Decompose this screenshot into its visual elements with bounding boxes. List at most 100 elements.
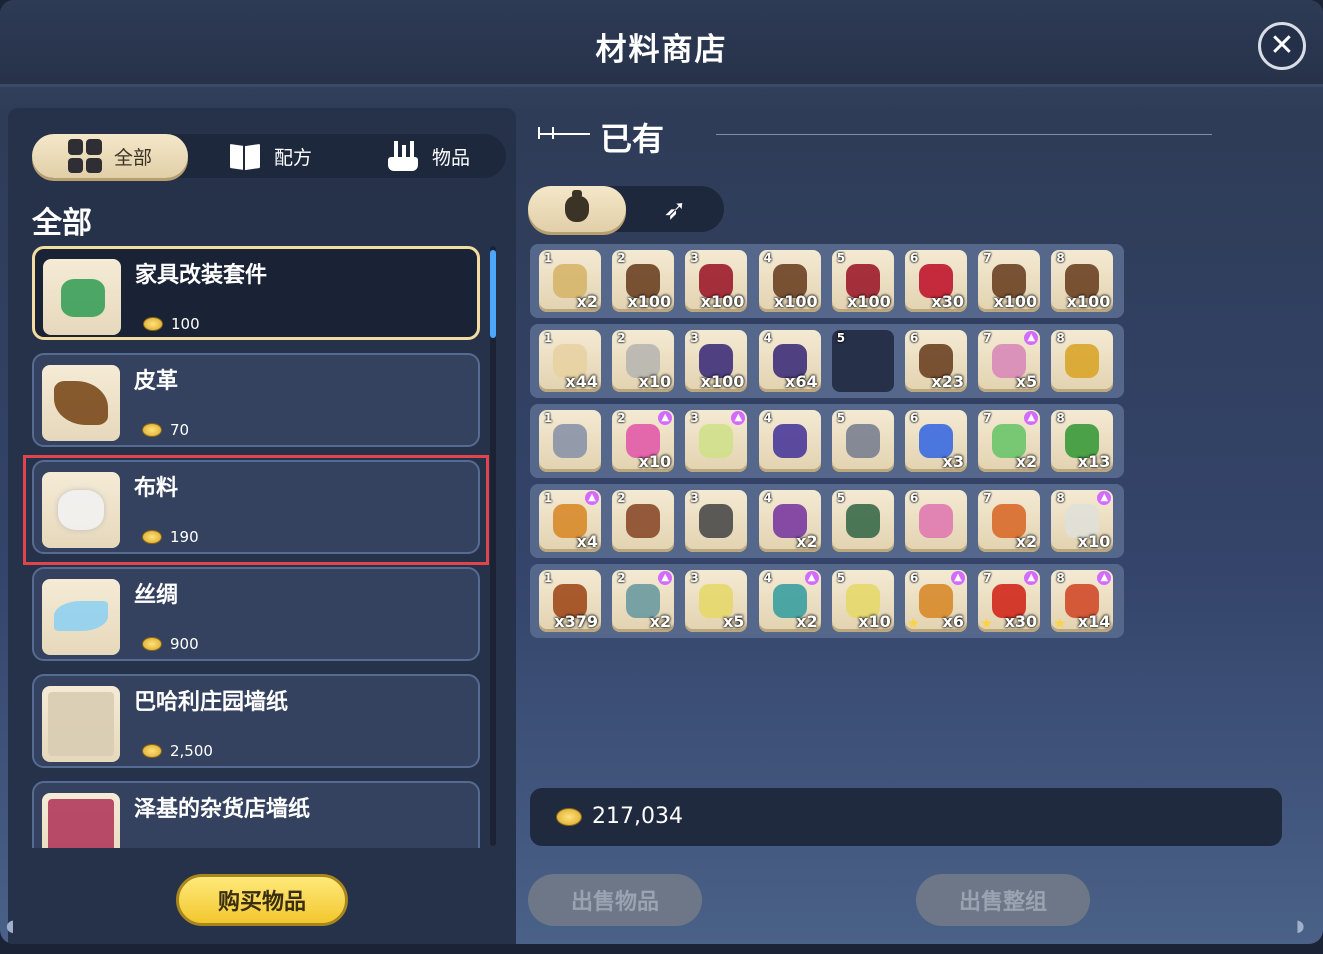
slot-quantity: x2 bbox=[1015, 532, 1038, 551]
inventory-slot[interactable]: 8 x10 ▲ bbox=[1051, 490, 1114, 552]
inventory-slot[interactable]: 5 x100 bbox=[831, 250, 894, 312]
inventory-slot[interactable]: 3 x100 bbox=[685, 250, 748, 312]
inventory-slot[interactable]: 7 x30 ▲ ★ bbox=[978, 570, 1041, 632]
price-value: 100 bbox=[171, 315, 200, 333]
chat-icon[interactable]: ◖ bbox=[6, 916, 14, 935]
inventory-slot[interactable]: 6 x3 bbox=[905, 410, 967, 472]
item-price: 900 bbox=[142, 635, 199, 653]
tab-items[interactable]: 物品 bbox=[386, 134, 470, 178]
inventory-slot[interactable]: 4 x2 bbox=[758, 490, 821, 552]
inventory-slot[interactable]: 4 x2 ▲ bbox=[758, 570, 821, 632]
inventory-slot[interactable]: 3 x5 bbox=[685, 570, 748, 632]
item-price: 70 bbox=[142, 421, 189, 439]
inventory-slot[interactable]: 5 x10 bbox=[831, 570, 894, 632]
tab-bag[interactable] bbox=[528, 186, 626, 232]
item-image bbox=[1065, 344, 1100, 378]
item-name: 巴哈利庄园墙纸 bbox=[134, 690, 289, 715]
upgrade-icon: ▲ bbox=[585, 491, 599, 505]
price-value: 900 bbox=[170, 635, 199, 653]
list-item[interactable]: 丝绸 900 bbox=[32, 567, 480, 661]
item-image bbox=[61, 279, 105, 317]
inventory-slot[interactable]: 5 bbox=[831, 410, 894, 472]
item-name: 皮革 bbox=[134, 369, 179, 394]
price-value: 2,500 bbox=[170, 742, 213, 760]
inventory-slot[interactable]: 2 x10 bbox=[612, 330, 675, 392]
inventory-slot[interactable]: 8 x14 ▲ ★ bbox=[1051, 570, 1114, 632]
list-item[interactable]: 皮革 70 bbox=[32, 353, 480, 447]
slot-number: 2 bbox=[617, 571, 626, 585]
inventory-slot[interactable]: 5 bbox=[831, 330, 894, 392]
item-thumbnail bbox=[43, 259, 121, 335]
inventory-slot[interactable]: 8 x13 bbox=[1051, 410, 1114, 472]
inventory-slot[interactable]: 3 ▲ bbox=[685, 410, 748, 472]
inventory-slot[interactable]: 8 x100 bbox=[1051, 250, 1114, 312]
buy-button[interactable]: 购买物品 bbox=[176, 874, 348, 926]
slot-number: 5 bbox=[836, 411, 846, 425]
tab-storage[interactable]: ➶ bbox=[626, 186, 724, 232]
list-item[interactable]: 泽基的杂货店墙纸 bbox=[32, 781, 480, 848]
inventory-slot[interactable]: 5 bbox=[831, 490, 894, 552]
slot-number: 3 bbox=[690, 411, 699, 425]
inventory-toggle: ➶ bbox=[528, 186, 724, 232]
shovel-icon: ➶ bbox=[663, 192, 687, 226]
tab-recipes[interactable]: 配方 bbox=[228, 134, 312, 178]
inventory-row: 1 x2 2 x100 3 x100 4 x100 5 x100 6 x30 7 x100 8 x100 bbox=[530, 244, 1124, 318]
inventory-slot[interactable]: 2 x100 bbox=[612, 250, 675, 312]
list-item[interactable]: 布料 190 bbox=[32, 460, 480, 554]
inventory-slot[interactable]: 1 x4 ▲ bbox=[539, 490, 601, 552]
inventory-slot[interactable]: 6 x23 bbox=[905, 330, 967, 392]
inventory-slot[interactable]: 6 x6 ▲ ★ bbox=[905, 570, 967, 632]
inventory-slot[interactable]: 6 x30 bbox=[905, 250, 967, 312]
inventory-slot[interactable]: 4 bbox=[758, 410, 821, 472]
item-image bbox=[48, 799, 114, 848]
inventory-slot[interactable]: 3 bbox=[685, 490, 748, 552]
tab-items-label: 物品 bbox=[432, 146, 471, 169]
upgrade-icon: ▲ bbox=[1024, 331, 1039, 345]
slot-quantity: x2 bbox=[796, 532, 818, 551]
slot-quantity: x10 bbox=[1077, 532, 1111, 551]
shop-list-panel: 全部 配方 物品 全部 家具改装套件 100 皮革 70 布料 190 丝绸 9… bbox=[8, 108, 516, 944]
inventory-slot[interactable]: 7 x5 ▲ bbox=[978, 330, 1041, 392]
tab-all[interactable]: 全部 bbox=[32, 134, 188, 178]
slot-number: 7 bbox=[983, 331, 992, 345]
sell-item-button[interactable]: 出售物品 bbox=[528, 874, 702, 926]
slot-number: 2 bbox=[617, 491, 626, 505]
upgrade-icon: ▲ bbox=[951, 571, 965, 585]
close-button[interactable]: ✕ bbox=[1258, 22, 1306, 70]
inventory-slot[interactable]: 1 x2 bbox=[539, 250, 601, 312]
inventory-slot[interactable]: 2 x2 ▲ bbox=[612, 570, 675, 632]
slot-quantity: x4 bbox=[576, 532, 598, 551]
slot-number: 6 bbox=[910, 331, 919, 345]
scrollbar-thumb[interactable] bbox=[490, 250, 496, 338]
book-icon bbox=[228, 143, 262, 169]
inventory-slot[interactable]: 3 x100 bbox=[685, 330, 748, 392]
list-item[interactable]: 家具改装套件 100 bbox=[32, 246, 480, 340]
inventory-slot[interactable]: 1 x379 bbox=[539, 570, 601, 632]
slot-quantity: x10 bbox=[858, 612, 891, 631]
price-value: 190 bbox=[170, 528, 199, 546]
slot-number: 6 bbox=[910, 571, 919, 585]
inventory-slot[interactable]: 4 x64 bbox=[758, 330, 821, 392]
inventory-slot[interactable]: 7 x2 ▲ bbox=[978, 410, 1041, 472]
list-item[interactable]: 巴哈利庄园墙纸 2,500 bbox=[32, 674, 480, 768]
section-title: 全部 bbox=[32, 206, 92, 241]
inventory-slot[interactable]: 7 x100 bbox=[978, 250, 1041, 312]
inventory-slot[interactable]: 8 bbox=[1051, 330, 1114, 392]
slot-number: 3 bbox=[690, 331, 699, 345]
slot-number: 4 bbox=[763, 331, 772, 345]
inventory-slot[interactable]: 6 bbox=[905, 490, 967, 552]
inventory-slot[interactable]: 4 x100 bbox=[758, 250, 821, 312]
inventory-slot[interactable]: 1 bbox=[539, 410, 601, 472]
coin-icon bbox=[143, 317, 163, 331]
sell-group-button[interactable]: 出售整组 bbox=[916, 874, 1090, 926]
item-thumbnail bbox=[42, 793, 120, 848]
list-scrollbar[interactable] bbox=[490, 246, 496, 846]
inventory-slot[interactable]: 2 bbox=[612, 490, 675, 552]
inventory-slot[interactable]: 2 x10 ▲ bbox=[612, 410, 675, 472]
inventory-slot[interactable]: 7 x2 bbox=[978, 490, 1041, 552]
emote-icon[interactable]: ◗ bbox=[1296, 916, 1304, 935]
coin-icon bbox=[556, 807, 582, 826]
slot-quantity: x30 bbox=[1004, 612, 1038, 631]
coin-icon bbox=[142, 637, 162, 651]
inventory-slot[interactable]: 1 x44 bbox=[539, 330, 601, 392]
